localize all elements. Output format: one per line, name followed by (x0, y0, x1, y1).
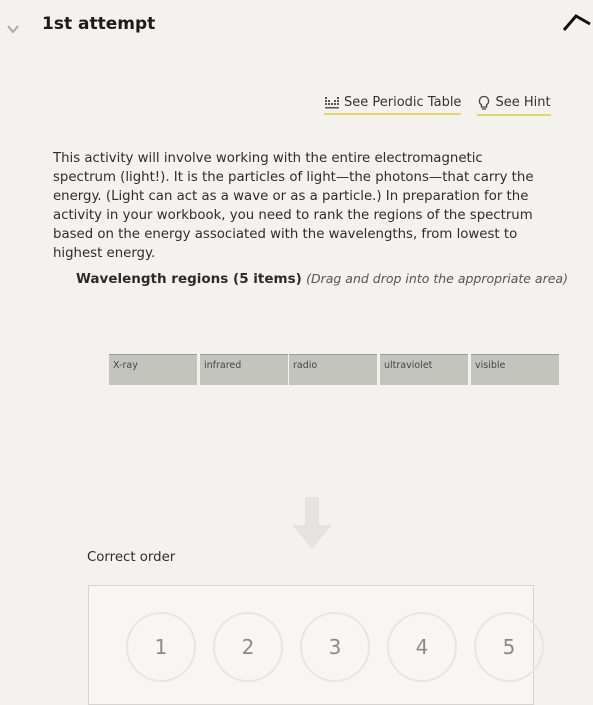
items-heading: Wavelength regions (5 items) (76, 271, 302, 287)
order-slot-5[interactable]: 5 (474, 612, 544, 682)
correct-order-label: Correct order (87, 550, 176, 565)
see-hint-link[interactable]: See Hint (477, 95, 551, 116)
lightbulb-icon (479, 95, 490, 110)
drag-item-visible[interactable]: visible (471, 354, 559, 385)
collapse-arrow-icon[interactable] (562, 10, 592, 34)
attempt-header: 1st attempt (0, 0, 593, 60)
order-slot-4[interactable]: 4 (387, 612, 457, 682)
hint-label: See Hint (495, 95, 551, 110)
drag-item-ultraviolet[interactable]: ultraviolet (380, 354, 468, 385)
drag-item-radio[interactable]: radio (289, 354, 377, 385)
toolbar: See Periodic Table See Hint (324, 94, 551, 116)
drag-item-infrared[interactable]: infrared (200, 354, 288, 385)
items-section-heading: Wavelength regions (5 items) (Drag and d… (76, 271, 568, 287)
items-hint: (Drag and drop into the appropriate area… (306, 271, 568, 286)
drag-item-x-ray[interactable]: X-ray (109, 354, 197, 385)
periodic-table-label: See Periodic Table (344, 95, 462, 110)
order-slot-2[interactable]: 2 (213, 612, 283, 682)
correct-order-drop-zone[interactable]: 1 2 3 4 5 (88, 585, 544, 705)
see-periodic-table-link[interactable]: See Periodic Table (324, 95, 462, 115)
chevron-down-icon[interactable] (6, 22, 20, 36)
instructions-text: This activity will involve working with … (53, 151, 534, 261)
order-slot-3[interactable]: 3 (300, 612, 370, 682)
attempt-title: 1st attempt (42, 14, 156, 34)
periodic-table-icon (325, 96, 339, 108)
order-slot-1[interactable]: 1 (126, 612, 196, 682)
down-arrow-icon (292, 497, 332, 549)
